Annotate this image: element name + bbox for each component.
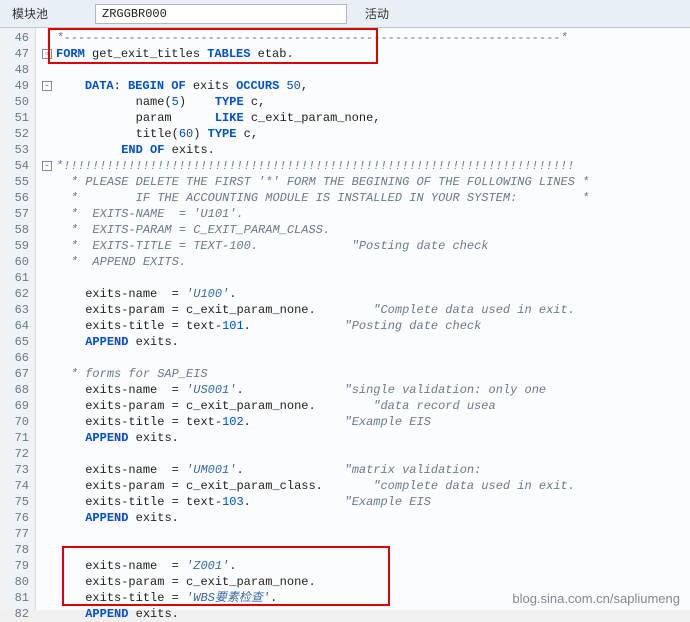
line-number: 71 xyxy=(0,430,35,446)
code-line: * IF THE ACCOUNTING MODULE IS INSTALLED … xyxy=(42,190,690,206)
code-line: exits-param = c_exit_param_class. "compl… xyxy=(42,478,690,494)
line-number: 72 xyxy=(0,446,35,462)
line-number: 76 xyxy=(0,510,35,526)
line-number: 54 xyxy=(0,158,35,174)
code-line: -*!!!!!!!!!!!!!!!!!!!!!!!!!!!!!!!!!!!!!!… xyxy=(42,158,690,174)
line-number: 58 xyxy=(0,222,35,238)
line-number: 70 xyxy=(0,414,35,430)
code-line: * EXITS-NAME = 'U101'. xyxy=(42,206,690,222)
fold-icon[interactable]: - xyxy=(42,161,52,171)
line-number: 66 xyxy=(0,350,35,366)
code-line: exits-param = c_exit_param_none. xyxy=(42,574,690,590)
code-line: exits-title = text-101. "Posting date ch… xyxy=(42,318,690,334)
code-line: exits-name = 'U100'. xyxy=(42,286,690,302)
line-number: 69 xyxy=(0,398,35,414)
line-number: 56 xyxy=(0,190,35,206)
line-number: 78 xyxy=(0,542,35,558)
line-number: 47 xyxy=(0,46,35,62)
code-line: exits-name = 'Z001'. xyxy=(42,558,690,574)
line-number: 49 xyxy=(0,78,35,94)
line-number-gutter: 4647484950515253545556575859606162636465… xyxy=(0,28,36,610)
watermark: blog.sina.com.cn/sapliumeng xyxy=(512,591,680,606)
code-line: exits-title = text-102. "Example EIS xyxy=(42,414,690,430)
line-number: 52 xyxy=(0,126,35,142)
code-line xyxy=(42,62,690,78)
code-line: END OF exits. xyxy=(42,142,690,158)
code-line: exits-name = 'US001'. "single validation… xyxy=(42,382,690,398)
code-line: * forms for SAP_EIS xyxy=(42,366,690,382)
code-line: exits-title = text-103. "Example EIS xyxy=(42,494,690,510)
line-number: 81 xyxy=(0,590,35,606)
line-number: 53 xyxy=(0,142,35,158)
code-line: * EXITS-TITLE = TEXT-100. "Posting date … xyxy=(42,238,690,254)
line-number: 60 xyxy=(0,254,35,270)
line-number: 80 xyxy=(0,574,35,590)
code-line: name(5) TYPE c, xyxy=(42,94,690,110)
code-line xyxy=(42,270,690,286)
header-label: 模块池 xyxy=(0,5,60,22)
line-number: 48 xyxy=(0,62,35,78)
code-line: APPEND exits. xyxy=(42,334,690,350)
line-number: 55 xyxy=(0,174,35,190)
line-number: 57 xyxy=(0,206,35,222)
fold-icon[interactable]: ▫ xyxy=(42,49,52,59)
fold-icon[interactable]: - xyxy=(42,81,52,91)
line-number: 59 xyxy=(0,238,35,254)
line-number: 67 xyxy=(0,366,35,382)
line-number: 64 xyxy=(0,318,35,334)
line-number: 75 xyxy=(0,494,35,510)
code-area[interactable]: *---------------------------------------… xyxy=(36,28,690,610)
code-line: * PLEASE DELETE THE FIRST '*' FORM THE B… xyxy=(42,174,690,190)
code-line: exits-name = 'UM001'. "matrix validation… xyxy=(42,462,690,478)
module-pool-header: 模块池 活动 xyxy=(0,0,690,28)
code-line xyxy=(42,526,690,542)
code-line: exits-param = c_exit_param_none. "data r… xyxy=(42,398,690,414)
code-line: param LIKE c_exit_param_none, xyxy=(42,110,690,126)
line-number: 74 xyxy=(0,478,35,494)
code-line xyxy=(42,350,690,366)
line-number: 79 xyxy=(0,558,35,574)
line-number: 61 xyxy=(0,270,35,286)
code-line: APPEND exits. xyxy=(42,510,690,526)
line-number: 82 xyxy=(0,606,35,622)
code-line: APPEND exits. xyxy=(42,606,690,622)
code-line: ▫FORM get_exit_titles TABLES etab. xyxy=(42,46,690,62)
code-line: title(60) TYPE c, xyxy=(42,126,690,142)
code-line: *---------------------------------------… xyxy=(42,30,690,46)
module-pool-input[interactable] xyxy=(95,4,347,24)
line-number: 73 xyxy=(0,462,35,478)
code-line xyxy=(42,542,690,558)
line-number: 50 xyxy=(0,94,35,110)
line-number: 65 xyxy=(0,334,35,350)
line-number: 63 xyxy=(0,302,35,318)
line-number: 46 xyxy=(0,30,35,46)
line-number: 77 xyxy=(0,526,35,542)
code-line: - DATA: BEGIN OF exits OCCURS 50, xyxy=(42,78,690,94)
line-number: 62 xyxy=(0,286,35,302)
code-line: exits-param = c_exit_param_none. "Comple… xyxy=(42,302,690,318)
code-line xyxy=(42,446,690,462)
header-status: 活动 xyxy=(365,5,389,22)
line-number: 68 xyxy=(0,382,35,398)
code-line: * EXITS-PARAM = C_EXIT_PARAM_CLASS. xyxy=(42,222,690,238)
code-line: * APPEND EXITS. xyxy=(42,254,690,270)
line-number: 51 xyxy=(0,110,35,126)
code-editor: 4647484950515253545556575859606162636465… xyxy=(0,28,690,610)
code-line: APPEND exits. xyxy=(42,430,690,446)
